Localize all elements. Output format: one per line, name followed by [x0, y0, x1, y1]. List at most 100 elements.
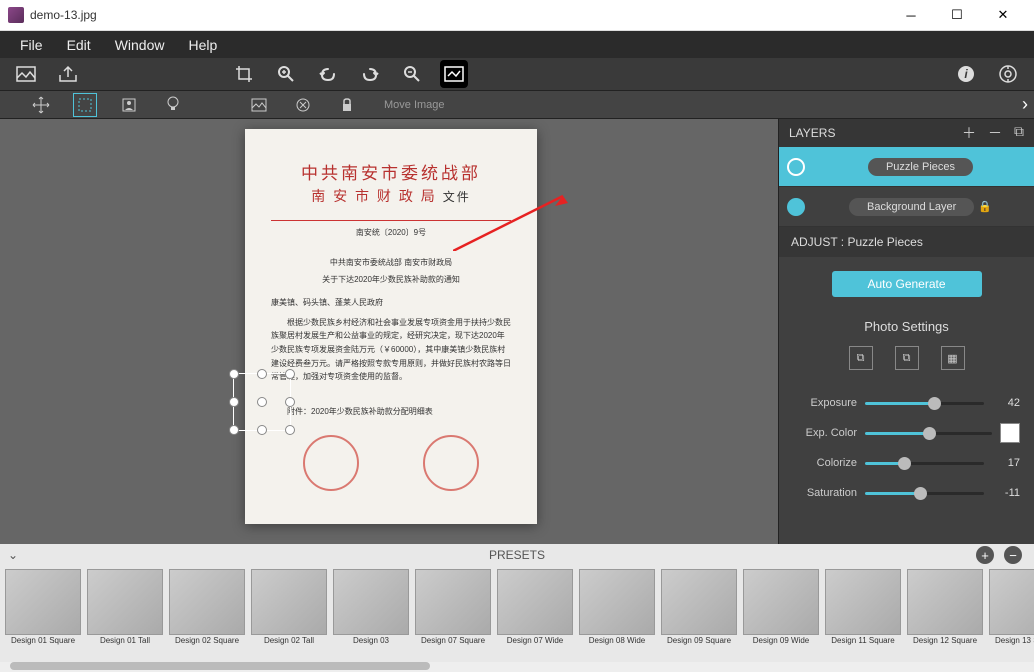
picture-icon[interactable] [248, 94, 270, 116]
preset-item[interactable]: Design 01 Square [4, 569, 82, 659]
undo-icon[interactable] [314, 60, 342, 88]
resize-handle[interactable] [285, 425, 295, 435]
add-layer-icon[interactable]: ＋ [962, 123, 976, 143]
horizontal-scrollbar[interactable] [0, 662, 1034, 672]
info-icon[interactable]: i [952, 60, 980, 88]
photo-settings-title: Photo Settings [779, 319, 1034, 334]
preset-thumbnail [743, 569, 819, 635]
canvas-area[interactable]: 中共南安市委统战部 南 安 市 财 政 局文件 南安统〔2020〕9号 中共南安… [0, 119, 778, 544]
collapse-presets-icon[interactable]: ⌄ [8, 548, 18, 562]
preset-item[interactable]: Design 07 Square [414, 569, 492, 659]
preset-label: Design 02 Tall [264, 637, 314, 646]
preset-label: Design 07 Square [421, 637, 485, 646]
remove-layer-icon[interactable]: － [988, 123, 1002, 143]
export-icon[interactable] [54, 60, 82, 88]
preset-label: Design 12 Square [913, 637, 977, 646]
preset-thumbnail [5, 569, 81, 635]
preset-item[interactable]: Design 12 Square [906, 569, 984, 659]
preset-thumbnail [333, 569, 409, 635]
scrollbar-thumb[interactable] [10, 662, 430, 670]
preset-label: Design 11 Square [831, 637, 894, 646]
resize-handle[interactable] [257, 397, 267, 407]
preset-item[interactable]: Design 02 Tall [250, 569, 328, 659]
layout-icon-1[interactable]: ⧉ [849, 346, 873, 370]
preset-label: Design 02 Square [175, 637, 239, 646]
preset-item[interactable]: Design 09 Square [660, 569, 738, 659]
side-panel: LAYERS ＋ － ⧉ Puzzle Pieces Background La… [778, 119, 1034, 544]
layer-row[interactable]: Puzzle Pieces [779, 147, 1034, 187]
minimize-button[interactable]: ─ [888, 0, 934, 30]
layer-row[interactable]: Background Layer🔒 [779, 187, 1034, 227]
grid-icon[interactable]: ▦ [941, 346, 965, 370]
select-tool-icon[interactable] [74, 94, 96, 116]
resize-handle[interactable] [229, 397, 239, 407]
move-tool-icon[interactable] [30, 94, 52, 116]
slider-thumb[interactable] [914, 487, 927, 500]
fit-image-icon[interactable] [440, 60, 468, 88]
titlebar: demo-13.jpg ─ ☐ ✕ [0, 0, 1034, 31]
menubar: File Edit Window Help [0, 31, 1034, 58]
seal-stamp [423, 435, 479, 491]
lock-icon[interactable] [336, 94, 358, 116]
color-swatch[interactable] [1000, 423, 1020, 443]
preset-thumbnail [825, 569, 901, 635]
duplicate-layer-icon[interactable]: ⧉ [1014, 123, 1024, 143]
collapse-chevron-icon[interactable]: › [1022, 94, 1028, 115]
slider-thumb[interactable] [923, 427, 936, 440]
slider-thumb[interactable] [898, 457, 911, 470]
preset-thumbnail [989, 569, 1034, 635]
menu-file[interactable]: File [8, 37, 55, 53]
maximize-button[interactable]: ☐ [934, 0, 980, 30]
preset-thumbnail [661, 569, 737, 635]
preset-thumbnail [415, 569, 491, 635]
preset-item[interactable]: Design 02 Square [168, 569, 246, 659]
preset-item[interactable]: Design 01 Tall [86, 569, 164, 659]
add-preset-icon[interactable]: + [976, 546, 994, 564]
zoom-in-icon[interactable] [272, 60, 300, 88]
lightbulb-icon[interactable] [162, 94, 184, 116]
settings-icon[interactable] [994, 60, 1022, 88]
preset-item[interactable]: Design 11 Square [824, 569, 902, 659]
resize-handle[interactable] [285, 397, 295, 407]
close-button[interactable]: ✕ [980, 0, 1026, 30]
move-image-label: Move Image [384, 99, 445, 111]
selection-box[interactable] [233, 373, 291, 431]
image-icon[interactable] [12, 60, 40, 88]
presets-strip[interactable]: Design 01 SquareDesign 01 Tall Design 02 … [0, 566, 1034, 662]
document-image: 中共南安市委统战部 南 安 市 财 政 局文件 南安统〔2020〕9号 中共南安… [245, 129, 537, 524]
preset-label: Design 13 Square [995, 637, 1034, 646]
crop-icon[interactable] [230, 60, 258, 88]
preset-item[interactable]: Design 13 Square [988, 569, 1034, 659]
preset-thumbnail [907, 569, 983, 635]
resize-handle[interactable] [285, 369, 295, 379]
menu-edit[interactable]: Edit [55, 37, 103, 53]
slider-thumb[interactable] [928, 397, 941, 410]
preset-thumbnail [169, 569, 245, 635]
layer-visibility-icon[interactable] [787, 198, 805, 216]
resize-handle[interactable] [257, 425, 267, 435]
auto-generate-button[interactable]: Auto Generate [832, 271, 982, 297]
layer-visibility-icon[interactable] [787, 158, 805, 176]
delete-icon[interactable] [292, 94, 314, 116]
adjust-header: ADJUST : Puzzle Pieces [779, 227, 1034, 257]
remove-preset-icon[interactable]: − [1004, 546, 1022, 564]
menu-window[interactable]: Window [103, 37, 177, 53]
preset-item[interactable]: Design 09 Wide [742, 569, 820, 659]
resize-handle[interactable] [229, 369, 239, 379]
presets-header: ⌄ PRESETS + − [0, 544, 1034, 566]
zoom-out-icon[interactable] [398, 60, 426, 88]
redo-icon[interactable] [356, 60, 384, 88]
preset-item[interactable]: Design 08 Wide [578, 569, 656, 659]
crop-person-icon[interactable] [118, 94, 140, 116]
menu-help[interactable]: Help [176, 37, 229, 53]
exposure-slider: Exposure 42 [779, 388, 1034, 418]
lock-icon: 🔒 [978, 201, 992, 213]
preset-thumbnail [87, 569, 163, 635]
seal-stamp [303, 435, 359, 491]
resize-handle[interactable] [257, 369, 267, 379]
preset-item[interactable]: Design 03 [332, 569, 410, 659]
resize-handle[interactable] [229, 425, 239, 435]
preset-label: Design 07 Wide [507, 637, 563, 646]
preset-item[interactable]: Design 07 Wide [496, 569, 574, 659]
layout-icon-2[interactable]: ⧉ [895, 346, 919, 370]
